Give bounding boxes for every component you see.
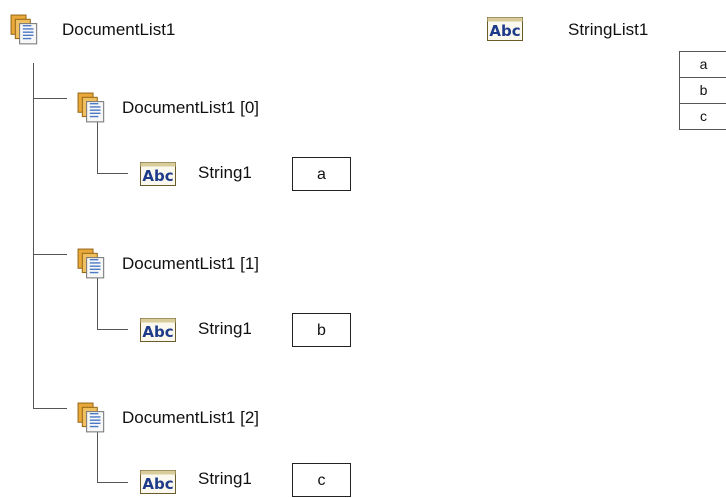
string-value-box-1: b: [292, 313, 351, 347]
document-list-icon: [77, 92, 109, 124]
string-abc-icon: [140, 470, 176, 494]
string-list-cell: b: [680, 78, 726, 104]
tree-branch-0: [33, 98, 67, 99]
sub-branch-h-2: [97, 482, 128, 483]
tree-branch-2: [33, 408, 67, 409]
document-list-icon: [77, 402, 109, 434]
sub-branch-line-0: [97, 120, 98, 173]
string-label-0: String1: [198, 163, 252, 182]
string-value-box-2: c: [292, 463, 351, 497]
string-abc-icon: [487, 17, 523, 41]
tree-trunk-line: [33, 63, 34, 408]
child-node-label-0: DocumentList1 [0]: [122, 98, 260, 117]
child-node-label-1: DocumentList1 [1]: [122, 254, 260, 273]
string-list-table: a b c: [679, 51, 726, 130]
sub-branch-line-2: [97, 432, 98, 482]
string-abc-icon: [140, 162, 176, 186]
string-list-cell: a: [680, 52, 726, 78]
sub-branch-h-1: [97, 329, 128, 330]
tree-branch-1: [33, 254, 67, 255]
child-node-label-2: DocumentList1 [2]: [122, 408, 260, 427]
root-node-label: DocumentList1: [62, 20, 176, 39]
document-list-icon: [10, 14, 42, 46]
string-list-cell: c: [700, 108, 707, 124]
string-label-1: String1: [198, 319, 252, 338]
string-label-2: String1: [198, 469, 252, 488]
string-list-label: StringList1: [568, 20, 649, 39]
document-list-icon: [77, 248, 109, 280]
sub-branch-line-1: [97, 276, 98, 329]
string-abc-icon: [140, 318, 176, 342]
string-value-box-0: a: [292, 157, 351, 191]
sub-branch-h-0: [97, 173, 128, 174]
